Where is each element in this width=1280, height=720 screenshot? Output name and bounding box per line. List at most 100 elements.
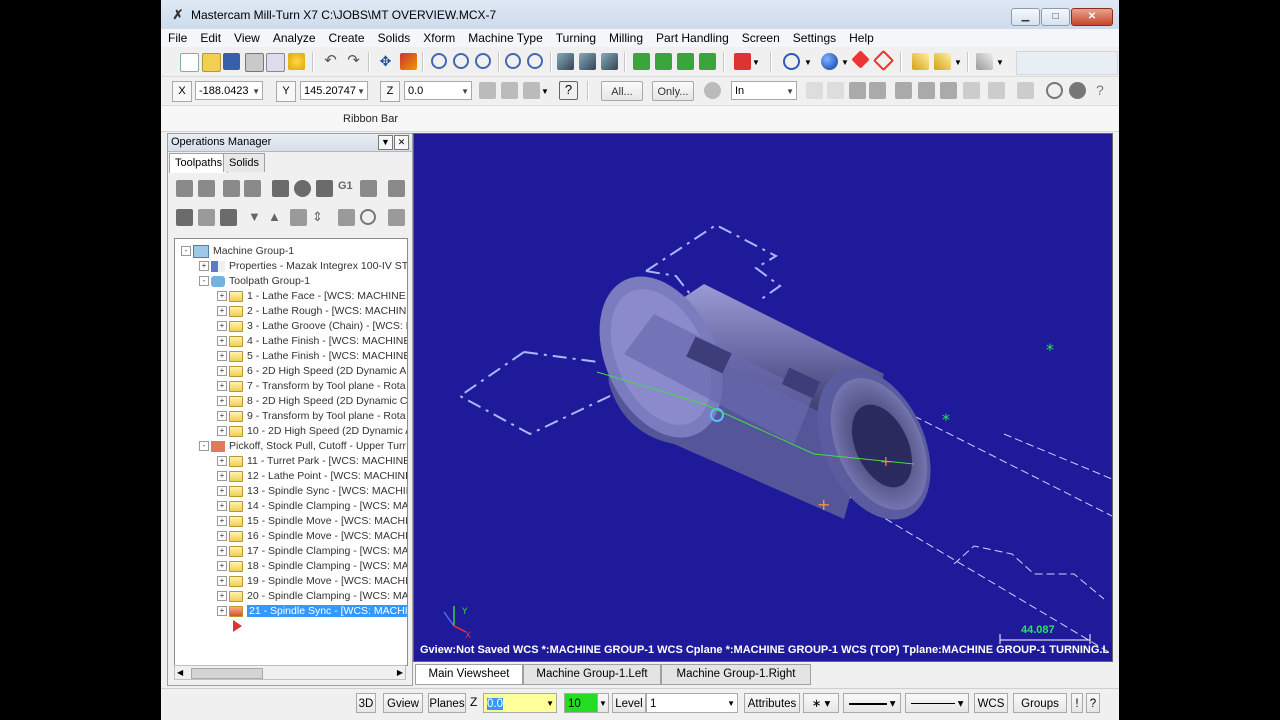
verify-ops-icon[interactable]: [294, 180, 311, 197]
menu-analyze[interactable]: Analyze: [266, 30, 322, 46]
regenerate-dirty-icon[interactable]: [244, 180, 261, 197]
menu-milling[interactable]: Milling: [602, 30, 649, 46]
expand-icon[interactable]: +: [217, 471, 227, 482]
tree-horizontal-scrollbar[interactable]: ◀ ▶: [174, 665, 406, 680]
chain-icon[interactable]: [579, 53, 596, 70]
tree-node[interactable]: +2 - Lathe Rough - [WCS: MACHINE: [217, 304, 407, 319]
graphics-viewport[interactable]: * * + + Y X 44.087 Gview:Not Saved WCS *…: [413, 133, 1113, 662]
z-coord-input[interactable]: 0.0 ▼: [404, 81, 472, 100]
tab-toolpaths[interactable]: Toolpaths: [169, 153, 229, 173]
select-only-button[interactable]: Only...: [652, 81, 694, 101]
toggle-display-icon[interactable]: [198, 209, 215, 226]
groups-button[interactable]: Groups: [1013, 693, 1067, 713]
tree-node[interactable]: +4 - Lathe Finish - [WCS: MACHINE: [217, 334, 407, 349]
right-view-icon[interactable]: [699, 53, 716, 70]
select-solid-icon[interactable]: [869, 82, 886, 99]
expand-icon[interactable]: +: [217, 561, 227, 572]
lock-point-icon[interactable]: [501, 82, 518, 99]
front-view-icon[interactable]: [677, 53, 694, 70]
highlight-icon[interactable]: [934, 53, 951, 70]
solid-red-icon[interactable]: [851, 50, 870, 69]
menu-help[interactable]: Help: [842, 30, 880, 46]
expand-icon[interactable]: +: [217, 366, 227, 377]
tree-node[interactable]: +13 - Spindle Sync - [WCS: MACHIN: [217, 484, 407, 499]
expand-icon[interactable]: +: [217, 576, 227, 587]
select-edge-icon[interactable]: [918, 82, 935, 99]
more-icon[interactable]: [388, 209, 405, 226]
insert-arrow-icon[interactable]: [290, 209, 307, 226]
y-coord-button[interactable]: Y: [276, 81, 296, 102]
tree-node[interactable]: +9 - Transform by Tool plane - Rota: [217, 409, 406, 424]
shading-dropdown-icon[interactable]: ▼: [841, 58, 849, 75]
explain-button[interactable]: !: [1071, 693, 1083, 713]
collapse-icon[interactable]: -: [181, 246, 191, 257]
tree-node[interactable]: +6 - 2D High Speed (2D Dynamic Are: [217, 364, 407, 379]
point-style-dropdown[interactable]: ∗ ▾: [803, 693, 839, 713]
y-coord-input[interactable]: 145.20747 ▼: [300, 81, 368, 100]
scroll-left-icon[interactable]: ◀: [177, 668, 183, 677]
expand-icon[interactable]: +: [217, 456, 227, 467]
select-loop-icon[interactable]: [988, 82, 1005, 99]
wand-icon[interactable]: [976, 53, 993, 70]
select-face-icon[interactable]: [895, 82, 912, 99]
shading-icon[interactable]: [821, 53, 838, 70]
cursor-arrow-icon[interactable]: [827, 82, 844, 99]
expand-icon[interactable]: +: [217, 426, 227, 437]
color-selector[interactable]: 10: [564, 693, 598, 713]
panel-dropdown-icon[interactable]: ▼: [378, 135, 393, 150]
menu-machine-type[interactable]: Machine Type: [461, 30, 549, 46]
menu-file[interactable]: File: [161, 30, 193, 46]
globe-dropdown-icon[interactable]: ▼: [804, 58, 812, 75]
isometric-view-icon[interactable]: [633, 53, 650, 70]
move-up-icon[interactable]: ▲: [268, 209, 285, 226]
highlight-dropdown-icon[interactable]: ▼: [954, 58, 962, 75]
tree-node[interactable]: +19 - Spindle Move - [WCS: MACHIN: [217, 574, 407, 589]
tree-node[interactable]: +10 - 2D High Speed (2D Dynamic A: [217, 424, 407, 439]
light-bulb-icon[interactable]: [288, 53, 305, 70]
menu-edit[interactable]: Edit: [193, 30, 227, 46]
select-all-button[interactable]: All...: [601, 81, 643, 101]
zoom-window-icon[interactable]: [431, 53, 447, 69]
tree-node[interactable]: +7 - Transform by Tool plane - Rota: [217, 379, 406, 394]
backplot-icon[interactable]: [272, 180, 289, 197]
expand-icon[interactable]: +: [217, 606, 227, 617]
close-button[interactable]: ✕: [1071, 8, 1113, 26]
menu-create[interactable]: Create: [322, 30, 371, 46]
simulate-icon[interactable]: [316, 180, 333, 197]
scroll-arrows-icon[interactable]: ⇕: [312, 209, 329, 226]
help-icon[interactable]: ?: [1096, 82, 1113, 99]
z-depth-input[interactable]: 0.0 ▼: [483, 693, 557, 713]
tree-node[interactable]: +11 - Turret Park - [WCS: MACHINE: [217, 454, 407, 469]
3d-mode-button[interactable]: 3D: [356, 693, 376, 713]
menu-settings[interactable]: Settings: [786, 30, 842, 46]
minimize-button[interactable]: ▁: [1011, 8, 1040, 26]
lock-icon[interactable]: [176, 209, 193, 226]
tree-node[interactable]: +15 - Spindle Move - [WCS: MACHIN: [217, 514, 407, 529]
cplane-icon[interactable]: [734, 53, 751, 70]
select-window-icon[interactable]: [806, 82, 823, 99]
expand-icon[interactable]: +: [217, 486, 227, 497]
menu-view[interactable]: View: [227, 30, 266, 46]
tree-node[interactable]: - Toolpath Group-1: [199, 274, 310, 289]
toolpath-tree[interactable]: - Machine Group-1 + Properties - Mazak Inte…: [174, 238, 408, 666]
redo-icon[interactable]: ↷: [345, 53, 362, 70]
tab-machine-group-left[interactable]: Machine Group-1.Left: [523, 664, 661, 685]
fast-point-icon[interactable]: [479, 82, 496, 99]
regenerate-icon[interactable]: [223, 180, 240, 197]
maximize-button[interactable]: □: [1041, 8, 1070, 26]
expand-icon[interactable]: +: [217, 381, 227, 392]
line-style-dropdown[interactable]: ▾: [843, 693, 901, 713]
menu-solids[interactable]: Solids: [371, 30, 417, 46]
tree-node[interactable]: +5 - Lathe Finish - [WCS: MACHINE: [217, 349, 407, 364]
expand-icon[interactable]: +: [217, 396, 227, 407]
panel-close-icon[interactable]: ✕: [394, 135, 409, 150]
expand-icon[interactable]: +: [217, 546, 227, 557]
toolpath-manager-icon[interactable]: [360, 180, 377, 197]
tree-node[interactable]: +8 - 2D High Speed (2D Dynamic Cor: [217, 394, 407, 409]
tree-node[interactable]: - Pickoff, Stock Pull, Cutoff - Upper Tur…: [199, 439, 406, 454]
x-coord-button[interactable]: X: [172, 81, 192, 102]
sketch-icon[interactable]: [523, 82, 540, 99]
move-down-icon[interactable]: ▼: [248, 209, 265, 226]
help-question-icon[interactable]: ?: [559, 81, 578, 100]
z-coord-button[interactable]: Z: [380, 81, 400, 102]
